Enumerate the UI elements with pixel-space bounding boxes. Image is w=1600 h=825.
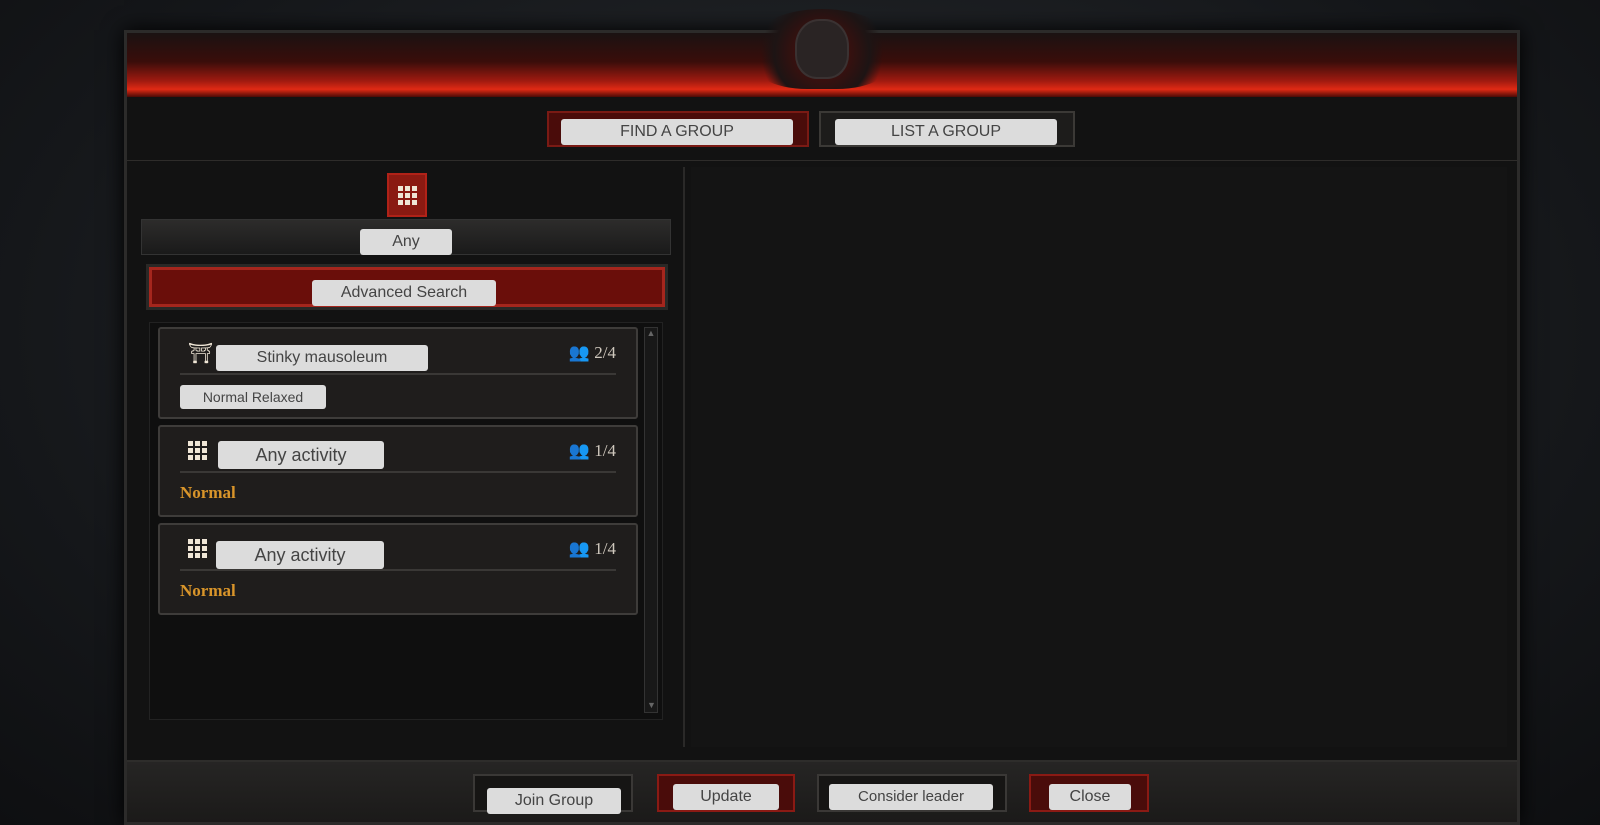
skull-ornament-icon <box>795 19 849 79</box>
gate-icon: ⛩ <box>188 343 214 365</box>
group-card[interactable]: Any activity 👥 1/4 Normal <box>158 425 638 517</box>
tab-label: FIND A GROUP <box>561 119 793 145</box>
join-group-button[interactable]: Join Group <box>473 774 633 814</box>
group-card[interactable]: ⛩ Stinky mausoleum 👥 2/4 Normal Relaxed <box>158 327 638 419</box>
group-difficulty: Normal <box>180 483 236 502</box>
member-count: 1/4 <box>594 539 616 558</box>
advanced-search-label: Advanced Search <box>312 280 496 306</box>
close-label: Close <box>1049 784 1131 810</box>
grid-icon <box>397 185 417 205</box>
tab-list-a-group[interactable]: LIST A GROUP <box>819 111 1075 147</box>
tabs-bar: FIND A GROUP LIST A GROUP <box>127 97 1517 161</box>
divider <box>180 471 616 473</box>
divider <box>180 569 616 571</box>
list-scrollbar[interactable]: ▲ ▼ <box>644 327 658 713</box>
group-title: Any activity <box>218 441 384 469</box>
group-members: 👥 2/4 <box>568 343 616 362</box>
consider-leader-button[interactable]: Consider leader <box>817 774 1007 812</box>
group-details-panel <box>691 167 1507 747</box>
consider-label: Consider leader <box>829 784 993 810</box>
scroll-down-icon[interactable]: ▼ <box>647 700 656 710</box>
footer-bar: Join Group Update Consider leader Close <box>127 760 1517 822</box>
group-title: Any activity <box>216 541 384 569</box>
tab-find-a-group[interactable]: FIND A GROUP <box>547 111 809 147</box>
advanced-search-button[interactable]: Advanced Search <box>146 264 668 310</box>
group-members: 👥 1/4 <box>568 539 616 558</box>
activity-value: Any <box>360 229 452 255</box>
tab-label: LIST A GROUP <box>835 119 1057 145</box>
scroll-up-icon[interactable]: ▲ <box>647 328 656 338</box>
grid-icon <box>188 539 207 558</box>
group-members: 👥 1/4 <box>568 441 616 460</box>
panel-divider <box>683 167 685 747</box>
activity-dropdown[interactable]: Any <box>141 219 671 255</box>
divider <box>180 373 616 375</box>
group-list: ⛩ Stinky mausoleum 👥 2/4 Normal Relaxed … <box>149 322 663 720</box>
group-card[interactable]: Any activity 👥 1/4 Normal <box>158 523 638 615</box>
group-difficulty: Normal Relaxed <box>180 385 326 409</box>
search-panel: Any Advanced Search ⛩ Stinky mausoleum 👥… <box>141 167 677 747</box>
activity-filter-button[interactable] <box>387 173 427 217</box>
group-finder-window: FIND A GROUP LIST A GROUP Any Advanced S… <box>124 9 1520 825</box>
update-button[interactable]: Update <box>657 774 795 812</box>
join-label: Join Group <box>487 788 621 814</box>
member-count: 2/4 <box>594 343 616 362</box>
group-title: Stinky mausoleum <box>216 345 428 371</box>
group-difficulty: Normal <box>180 581 236 600</box>
grid-icon <box>188 441 207 460</box>
update-label: Update <box>673 784 779 810</box>
close-button[interactable]: Close <box>1029 774 1149 812</box>
member-count: 1/4 <box>594 441 616 460</box>
header-banner <box>127 9 1517 97</box>
